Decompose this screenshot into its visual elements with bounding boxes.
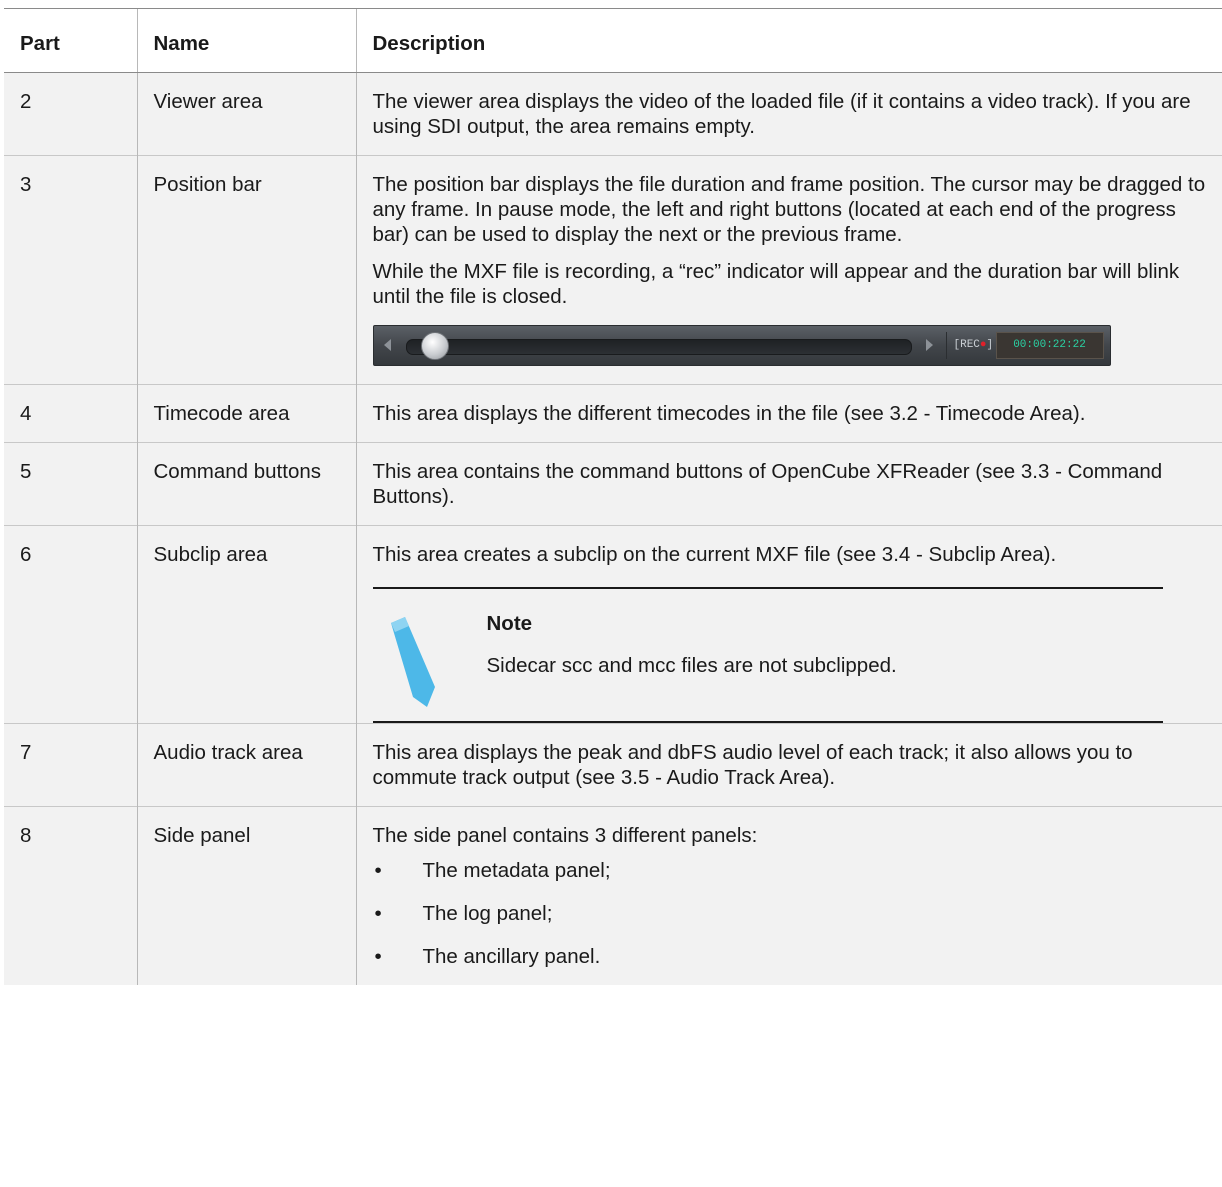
- part-name: Viewer area: [137, 72, 357, 156]
- position-bar-image: [REC●] 00:00:22:22: [372, 325, 1111, 366]
- parts-table-container: Part Name Description 2 Viewer area The …: [4, 8, 1222, 985]
- description-text: This area displays the different timecod…: [372, 402, 1086, 425]
- left-arrow-icon: [383, 339, 391, 351]
- part-description: The viewer area displays the video of th…: [356, 72, 1222, 156]
- table-row: 4 Timecode area This area displays the d…: [4, 384, 1222, 443]
- parts-table: Part Name Description 2 Viewer area The …: [4, 9, 1222, 985]
- right-arrow-icon: [925, 339, 933, 351]
- part-description: This area displays the peak and dbFS aud…: [356, 723, 1222, 807]
- part-number: 4: [4, 384, 138, 443]
- list-item: The log panel;: [373, 901, 1209, 926]
- part-name: Audio track area: [137, 723, 357, 807]
- description-text: This area displays the peak and dbFS aud…: [372, 741, 1133, 789]
- part-description: This area contains the command buttons o…: [356, 442, 1222, 526]
- pencil-icon: [390, 617, 435, 707]
- progress-track: [405, 339, 912, 355]
- rec-indicator: [REC●]: [953, 339, 994, 351]
- table-row: 8 Side panel The side panel contains 3 d…: [4, 806, 1222, 985]
- header-name: Name: [137, 9, 357, 73]
- rec-dot-icon: ●: [979, 339, 987, 351]
- list-item: The ancillary panel.: [373, 944, 1209, 969]
- description-text: While the MXF file is recording, a “rec”…: [372, 260, 1180, 308]
- divider: [945, 332, 947, 359]
- table-header-row: Part Name Description: [4, 9, 1222, 73]
- list-item: The metadata panel;: [373, 858, 1209, 883]
- part-name: Timecode area: [137, 384, 357, 443]
- part-description: This area creates a subclip on the curre…: [356, 525, 1222, 724]
- note-title: Note: [486, 612, 533, 635]
- description-text: The side panel contains 3 different pane…: [372, 824, 758, 847]
- table-row: 7 Audio track area This area displays th…: [4, 723, 1222, 807]
- header-description: Description: [356, 9, 1222, 73]
- timecode-display: 00:00:22:22: [995, 332, 1104, 359]
- part-number: 8: [4, 806, 138, 985]
- description-text: This area creates a subclip on the curre…: [372, 543, 1057, 566]
- table-row: 2 Viewer area The viewer area displays t…: [4, 72, 1222, 156]
- part-description: The position bar displays the file durat…: [356, 155, 1222, 385]
- part-number: 7: [4, 723, 138, 807]
- part-number: 3: [4, 155, 138, 385]
- part-number: 6: [4, 525, 138, 724]
- part-name: Position bar: [137, 155, 357, 385]
- part-description: This area displays the different timecod…: [356, 384, 1222, 443]
- table-row: 3 Position bar The position bar displays…: [4, 155, 1222, 385]
- panel-list: The metadata panel; The log panel; The a…: [373, 858, 1209, 969]
- part-name: Command buttons: [137, 442, 357, 526]
- part-number: 5: [4, 442, 138, 526]
- part-name: Subclip area: [137, 525, 357, 724]
- note-text: Sidecar scc and mcc files are not subcli…: [486, 654, 897, 677]
- description-text: This area contains the command buttons o…: [372, 460, 1163, 508]
- cursor-knob-icon: [421, 332, 450, 360]
- table-row: 5 Command buttons This area contains the…: [4, 442, 1222, 526]
- header-part: Part: [4, 9, 138, 73]
- part-number: 2: [4, 72, 138, 156]
- part-name: Side panel: [137, 806, 357, 985]
- description-text: The position bar displays the file durat…: [372, 173, 1206, 246]
- note-box: Note Sidecar scc and mcc files are not s…: [372, 587, 1163, 723]
- table-row: 6 Subclip area This area creates a subcl…: [4, 525, 1222, 724]
- description-text: The viewer area displays the video of th…: [372, 90, 1191, 138]
- part-description: The side panel contains 3 different pane…: [356, 806, 1222, 985]
